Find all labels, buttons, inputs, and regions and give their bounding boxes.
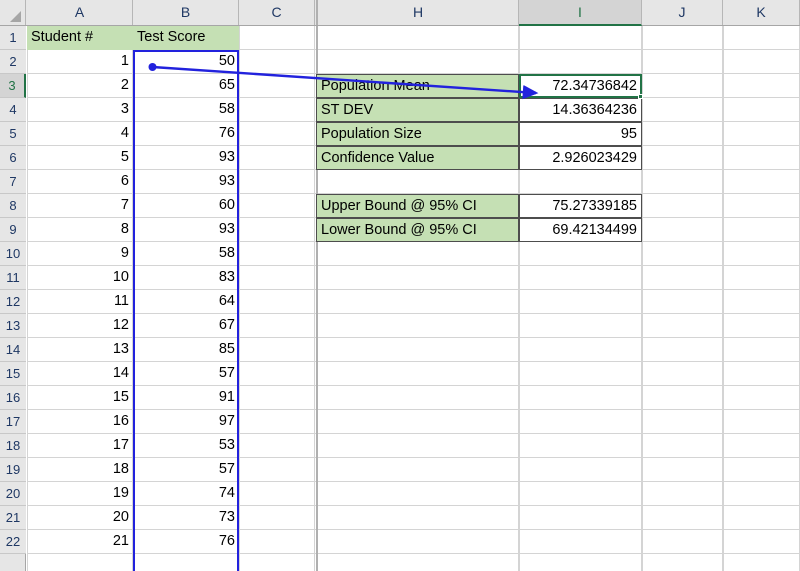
cell-a18-student-number[interactable]: 17 (27, 434, 133, 458)
row-header-7[interactable]: 7 (0, 170, 26, 194)
cell-a5-student-number[interactable]: 4 (27, 122, 133, 146)
stats-value-st-dev[interactable]: 14.36364236 (519, 98, 642, 122)
gridline-vertical (239, 26, 240, 571)
column-header-b[interactable]: B (133, 0, 239, 25)
cell-b9-test-score[interactable]: 93 (133, 218, 239, 242)
column-header-a[interactable]: A (27, 0, 133, 25)
column-header-i[interactable]: I (519, 0, 642, 26)
select-all-triangle-icon (10, 11, 21, 22)
cell-b11-test-score[interactable]: 83 (133, 266, 239, 290)
cell-b8-test-score[interactable]: 60 (133, 194, 239, 218)
column-header-c[interactable]: C (239, 0, 315, 25)
row-header-15[interactable]: 15 (0, 362, 26, 386)
cell-b17-test-score[interactable]: 97 (133, 410, 239, 434)
cell-a13-student-number[interactable]: 12 (27, 314, 133, 338)
row-header-12[interactable]: 12 (0, 290, 26, 314)
gridline-vertical (314, 26, 315, 571)
cell-a10-student-number[interactable]: 9 (27, 242, 133, 266)
cell-a7-student-number[interactable]: 6 (27, 170, 133, 194)
stats-value-confidence-value[interactable]: 2.926023429 (519, 146, 642, 170)
spreadsheet-grid[interactable]: Student # Test Score 1 2 3 4 5 6 7 8 9 10 11 12 13 14 15… (27, 26, 800, 571)
cell-a8-student-number[interactable]: 7 (27, 194, 133, 218)
cell-b19-test-score[interactable]: 57 (133, 458, 239, 482)
row-header-11[interactable]: 11 (0, 266, 26, 290)
cell-b16-test-score[interactable]: 91 (133, 386, 239, 410)
cell-a16-student-number[interactable]: 15 (27, 386, 133, 410)
row-header-4[interactable]: 4 (0, 98, 26, 122)
cell-b14-test-score[interactable]: 85 (133, 338, 239, 362)
stats-label-population-size[interactable]: Population Size (316, 122, 519, 146)
cell-b2-test-score[interactable]: 50 (133, 50, 239, 74)
stats-label-st-dev[interactable]: ST DEV (316, 98, 519, 122)
bounds-value-upper[interactable]: 75.27339185 (519, 194, 642, 218)
cell-a20-student-number[interactable]: 19 (27, 482, 133, 506)
cell-a14-student-number[interactable]: 13 (27, 338, 133, 362)
gridline-vertical (723, 26, 724, 571)
cell-b20-test-score[interactable]: 74 (133, 482, 239, 506)
column-header-bar: ABCHIJK (0, 0, 800, 26)
row-header-8[interactable]: 8 (0, 194, 26, 218)
cell-a1-student-header[interactable]: Student # (27, 26, 133, 50)
row-header-21[interactable]: 21 (0, 506, 26, 530)
stats-label-population-mean[interactable]: Population Mean (316, 74, 519, 98)
row-header-17[interactable]: 17 (0, 410, 26, 434)
gridline-vertical (642, 26, 643, 571)
cell-a3-student-number[interactable]: 2 (27, 74, 133, 98)
cell-b15-test-score[interactable]: 57 (133, 362, 239, 386)
row-header-18[interactable]: 18 (0, 434, 26, 458)
column-header-h[interactable]: H (316, 0, 519, 25)
cell-b12-test-score[interactable]: 64 (133, 290, 239, 314)
bounds-label-lower[interactable]: Lower Bound @ 95% CI (316, 218, 519, 242)
fill-handle[interactable] (638, 94, 643, 99)
cell-a17-student-number[interactable]: 16 (27, 410, 133, 434)
row-header-3[interactable]: 3 (0, 74, 26, 98)
cell-b1-score-header[interactable]: Test Score (133, 26, 239, 50)
row-header-10[interactable]: 10 (0, 242, 26, 266)
select-all-corner[interactable] (0, 0, 26, 25)
row-header-bar: 1 2 3 4 5 6 7 8 9 10 11 12 13 14 15 16 17 18 19 20 21 22 (0, 26, 26, 571)
spreadsheet-canvas: Student # Test Score 1 2 3 4 5 6 7 8 9 10 11 12 13 14 15… (0, 0, 800, 571)
cell-a9-student-number[interactable]: 8 (27, 218, 133, 242)
row-header-6[interactable]: 6 (0, 146, 26, 170)
row-header-13[interactable]: 13 (0, 314, 26, 338)
cell-b5-test-score[interactable]: 76 (133, 122, 239, 146)
stats-label-confidence-value[interactable]: Confidence Value (316, 146, 519, 170)
cell-a2-student-number[interactable]: 1 (27, 50, 133, 74)
cell-b3-test-score[interactable]: 65 (133, 74, 239, 98)
cell-b6-test-score[interactable]: 93 (133, 146, 239, 170)
cell-b7-test-score[interactable]: 93 (133, 170, 239, 194)
row-header-16[interactable]: 16 (0, 386, 26, 410)
row-header-2[interactable]: 2 (0, 50, 26, 74)
row-header-19[interactable]: 19 (0, 458, 26, 482)
cell-b21-test-score[interactable]: 73 (133, 506, 239, 530)
cell-a21-student-number[interactable]: 20 (27, 506, 133, 530)
row-header-9[interactable]: 9 (0, 218, 26, 242)
cell-a11-student-number[interactable]: 10 (27, 266, 133, 290)
row-header-14[interactable]: 14 (0, 338, 26, 362)
row-header-20[interactable]: 20 (0, 482, 26, 506)
cell-b4-test-score[interactable]: 58 (133, 98, 239, 122)
row-header-22[interactable]: 22 (0, 530, 26, 554)
cell-b13-test-score[interactable]: 67 (133, 314, 239, 338)
bounds-label-upper[interactable]: Upper Bound @ 95% CI (316, 194, 519, 218)
bounds-value-lower[interactable]: 69.42134499 (519, 218, 642, 242)
cell-b10-test-score[interactable]: 58 (133, 242, 239, 266)
cell-a6-student-number[interactable]: 5 (27, 146, 133, 170)
row-header-5[interactable]: 5 (0, 122, 26, 146)
stats-value-population-size[interactable]: 95 (519, 122, 642, 146)
cell-a12-student-number[interactable]: 11 (27, 290, 133, 314)
cell-b18-test-score[interactable]: 53 (133, 434, 239, 458)
column-header-j[interactable]: J (642, 0, 723, 25)
cell-a15-student-number[interactable]: 14 (27, 362, 133, 386)
stats-value-population-mean[interactable]: 72.34736842 (519, 74, 642, 98)
cell-a4-student-number[interactable]: 3 (27, 98, 133, 122)
column-header-k[interactable]: K (723, 0, 800, 25)
cell-a22-student-number[interactable]: 21 (27, 530, 133, 554)
cell-b22-test-score[interactable]: 76 (133, 530, 239, 554)
cell-a19-student-number[interactable]: 18 (27, 458, 133, 482)
row-header-1[interactable]: 1 (0, 26, 26, 50)
